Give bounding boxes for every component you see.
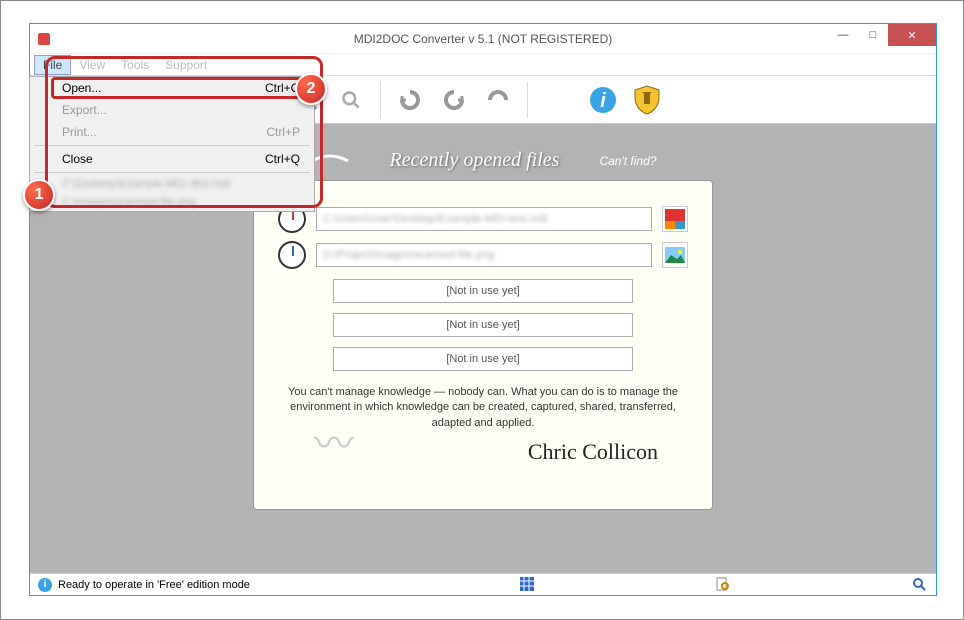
recent-file-row: D:\Project\Images\scanned-file.png [278, 241, 688, 269]
empty-slot-row: [Not in use yet] [278, 313, 688, 337]
statusbar: i Ready to operate in 'Free' edition mod… [30, 573, 936, 595]
image-thumb-icon[interactable] [662, 242, 688, 268]
status-info-icon: i [38, 578, 52, 592]
pdf-thumb-icon[interactable] [662, 206, 688, 232]
window-title: MDI2DOC Converter v 5.1 (NOT REGISTERED) [354, 32, 613, 46]
empty-slot[interactable]: [Not in use yet] [333, 347, 633, 371]
rotate-left-icon[interactable] [391, 81, 429, 119]
zoom-out-icon[interactable] [332, 81, 370, 119]
svg-text:i: i [600, 90, 606, 112]
rotate-right-icon[interactable] [435, 81, 473, 119]
shield-icon[interactable] [628, 81, 666, 119]
empty-slot-row: [Not in use yet] [278, 347, 688, 371]
recent-file-row: C:\Users\User\Desktop\Example-MDI-test.m… [278, 205, 688, 233]
screenshot-frame: MDI2DOC Converter v 5.1 (NOT REGISTERED)… [0, 0, 964, 620]
callout-box-2 [51, 77, 312, 99]
maximize-button[interactable]: □ [858, 24, 888, 46]
window-controls: — □ ✕ [828, 24, 936, 46]
recent-files-panel: Recently opened files Can't find? C:\Use… [253, 180, 713, 510]
app-icon [36, 31, 52, 47]
zoom-status-icon[interactable] [912, 577, 928, 593]
panel-title: Recently opened files [390, 149, 560, 172]
callout-number-1: 1 [23, 179, 55, 211]
cant-find-link[interactable]: Can't find? [599, 154, 656, 168]
minimize-button[interactable]: — [828, 24, 858, 46]
status-text: Ready to operate in 'Free' edition mode [58, 579, 250, 591]
close-button[interactable]: ✕ [888, 24, 936, 46]
swirl-decoration: 〰 [314, 411, 354, 469]
search-doc-icon[interactable] [716, 577, 732, 593]
recent-file-path[interactable]: D:\Project\Images\scanned-file.png [316, 243, 652, 267]
empty-slot[interactable]: [Not in use yet] [333, 279, 633, 303]
grid-icon[interactable] [520, 577, 536, 593]
callout-number-2: 2 [295, 73, 327, 105]
empty-slot-row: [Not in use yet] [278, 279, 688, 303]
undo-icon[interactable] [479, 81, 517, 119]
clock-icon [278, 241, 306, 269]
titlebar[interactable]: MDI2DOC Converter v 5.1 (NOT REGISTERED)… [30, 24, 936, 54]
empty-slot[interactable]: [Not in use yet] [333, 313, 633, 337]
recent-file-path[interactable]: C:\Users\User\Desktop\Example-MDI-test.m… [316, 207, 652, 231]
info-icon[interactable]: i [584, 81, 622, 119]
toolbar-sep [380, 82, 381, 118]
toolbar-sep [527, 82, 528, 118]
